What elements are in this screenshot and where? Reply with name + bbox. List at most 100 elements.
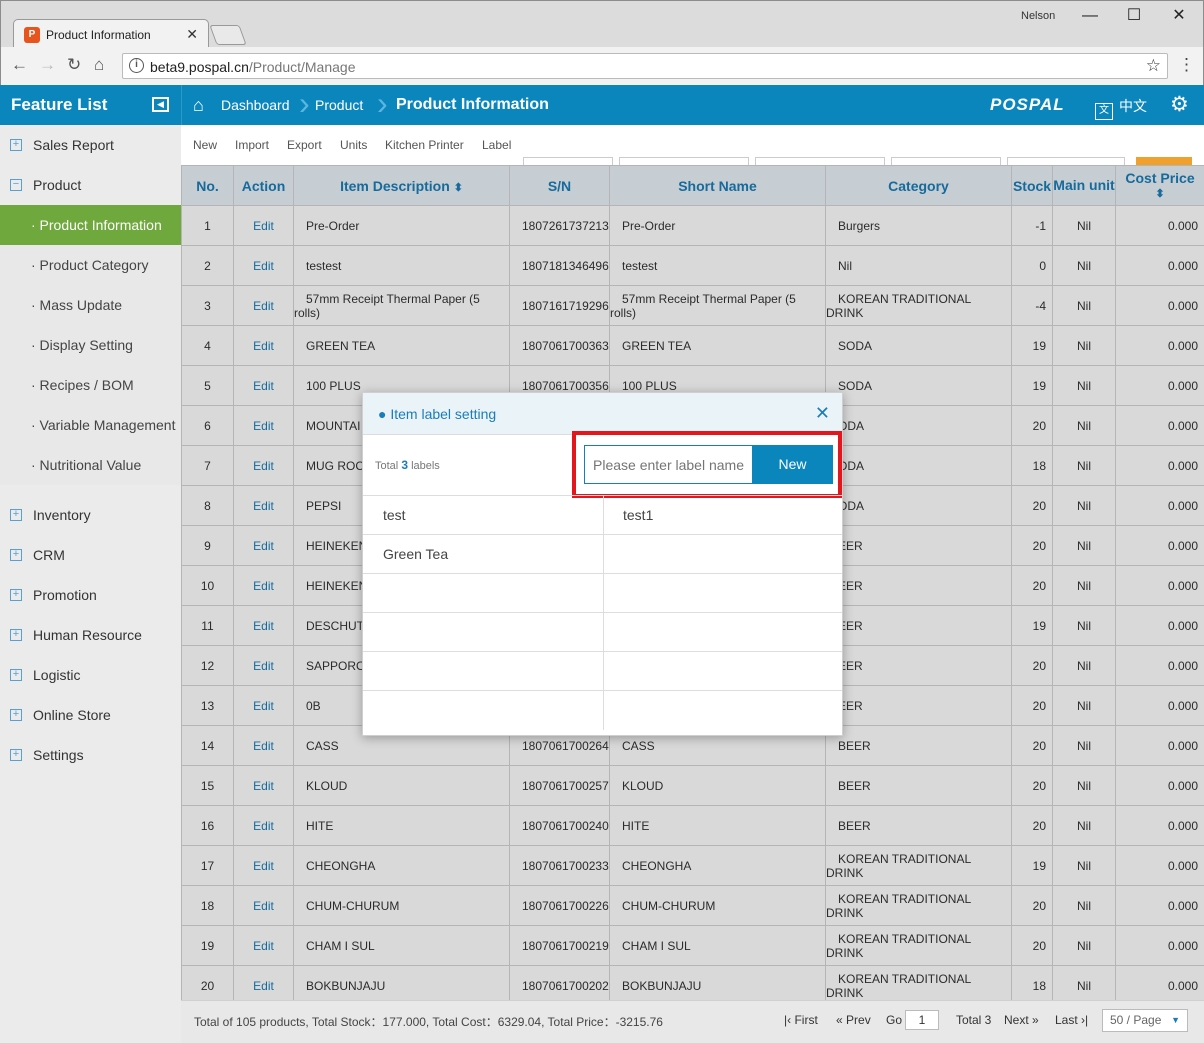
toolbar-import-link[interactable]: Import	[235, 138, 269, 152]
total-count: 3	[401, 458, 408, 472]
toolbar-units-link[interactable]: Units	[340, 138, 367, 152]
sidebar-item-online-store[interactable]: + Online Store	[0, 695, 181, 735]
back-icon[interactable]: ←	[11, 55, 28, 75]
sidebar-item-human-resource[interactable]: + Human Resource	[0, 615, 181, 655]
sidebar-item-settings[interactable]: + Settings	[0, 735, 181, 775]
page-size-select[interactable]: 50 / Page ▼	[1102, 1009, 1188, 1032]
url-path: /Product/Manage	[248, 59, 356, 75]
sidebar-item-label: CRM	[33, 547, 65, 563]
sidebar-item-label: Product	[33, 177, 82, 193]
page-number-input[interactable]: 1	[905, 1010, 939, 1030]
page-title: Product Information	[396, 96, 549, 113]
tab-close-icon[interactable]: ✕	[186, 26, 198, 43]
expand-plus-icon: +	[10, 549, 22, 561]
category-filter-select[interactable]	[619, 157, 749, 165]
language-switch[interactable]: 文中文	[1095, 96, 1147, 120]
sidebar-item-label: · Product Information	[31, 217, 162, 233]
prev-page-button[interactable]: « Prev	[836, 1013, 871, 1027]
sidebar-item-logistic[interactable]: + Logistic	[0, 655, 181, 695]
breadcrumb-product[interactable]: Product	[315, 97, 363, 113]
minimize-icon[interactable]: —	[1075, 5, 1105, 29]
next-label: Next	[1004, 1013, 1029, 1027]
forward-icon[interactable]: →	[39, 55, 56, 75]
prev-page-icon: «	[836, 1013, 843, 1027]
first-page-button[interactable]: |‹ First	[784, 1013, 818, 1027]
label-row	[363, 573, 842, 613]
page-size-value: 50 / Page	[1110, 1013, 1162, 1027]
sidebar-item-product[interactable]: − Product	[0, 165, 181, 205]
sidebar-item-recipes-bom[interactable]: · Recipes / BOM	[0, 365, 181, 405]
search-button[interactable]	[1136, 157, 1192, 165]
url-domain: beta9.pospal.cn	[150, 59, 249, 75]
sidebar-item-product-category[interactable]: · Product Category	[0, 245, 181, 285]
home-icon[interactable]: ⌂	[94, 55, 104, 75]
sidebar-item-label: Settings	[33, 747, 84, 763]
info-icon[interactable]: i	[129, 58, 144, 73]
label-row	[363, 651, 842, 691]
bookmark-star-icon[interactable]: ☆	[1146, 56, 1161, 76]
reload-icon[interactable]: ↻	[67, 55, 81, 75]
label-row	[363, 690, 842, 730]
next-page-button[interactable]: Next »	[1004, 1013, 1039, 1027]
sidebar-item-sales-report[interactable]: + Sales Report	[0, 125, 181, 165]
new-tab-button[interactable]	[209, 25, 247, 45]
sidebar-item-variable-management[interactable]: · Variable Management	[0, 405, 181, 445]
browser-menu-icon[interactable]: ⋮	[1178, 55, 1195, 75]
toolbar-export-link[interactable]: Export	[287, 138, 322, 152]
expand-plus-icon: +	[10, 669, 22, 681]
first-label: First	[794, 1013, 818, 1027]
sidebar-item-label: · Product Category	[31, 257, 149, 273]
sidebar-item-label: Online Store	[33, 707, 111, 723]
collapse-sidebar-icon[interactable]: ◀	[152, 97, 169, 112]
breadcrumb-dashboard[interactable]: Dashboard	[221, 97, 290, 113]
maximize-icon[interactable]: ☐	[1119, 5, 1149, 29]
dropdown-arrow-icon: ▼	[1171, 1015, 1180, 1025]
label-item[interactable]: Green Tea	[383, 535, 448, 574]
sidebar-item-label: Inventory	[33, 507, 91, 523]
toolbar-label-link[interactable]: Label	[482, 138, 511, 152]
item-label-setting-dialog: ● Item label setting ✕ Total 3 labels Ne…	[362, 392, 843, 736]
window-close-icon[interactable]: ✕	[1164, 5, 1194, 29]
keyword-filter-input[interactable]	[891, 157, 1001, 165]
status-filter-select[interactable]	[523, 157, 613, 165]
grid-divider	[603, 652, 604, 691]
grid-divider	[603, 574, 604, 613]
sidebar-item-nutritional-value[interactable]: · Nutritional Value	[0, 445, 181, 485]
toolbar-new-link[interactable]: New	[193, 138, 217, 152]
browser-tab[interactable]: P Product Information ✕	[13, 19, 209, 49]
last-page-button[interactable]: Last ›|	[1055, 1013, 1088, 1027]
label-item[interactable]: test1	[623, 496, 653, 535]
profile-name[interactable]: Nelson	[1021, 10, 1055, 22]
supplier-filter-select[interactable]	[755, 157, 885, 165]
sidebar-item-label: · Variable Management	[31, 417, 176, 433]
sidebar-item-crm[interactable]: + CRM	[0, 535, 181, 575]
dialog-close-icon[interactable]: ✕	[815, 403, 830, 424]
sidebar-item-label: Sales Report	[33, 137, 114, 153]
dialog-header: ● Item label setting ✕	[363, 393, 842, 435]
label-row: Green Tea	[363, 534, 842, 574]
table-footer: Total of 105 products, Total Stock：177.0…	[181, 1000, 1204, 1043]
product-toolbar: New Import Export Units Kitchen Printer …	[181, 125, 1204, 165]
sidebar-item-label: Human Resource	[33, 627, 142, 643]
total-suffix: labels	[411, 460, 440, 472]
address-toolbar: ← → ↻ ⌂ i beta9.pospal.cn/Product/Manage…	[0, 47, 1204, 85]
sidebar-item-promotion[interactable]: + Promotion	[0, 575, 181, 615]
pospal-logo: POSPAL	[990, 95, 1065, 114]
sidebar-item-mass-update[interactable]: · Mass Update	[0, 285, 181, 325]
grid-divider	[603, 613, 604, 652]
collapse-minus-icon: −	[10, 179, 22, 191]
dialog-title: ● Item label setting	[378, 406, 497, 422]
label-grid: test test1 Green Tea	[363, 495, 842, 730]
sidebar-item-display-setting[interactable]: · Display Setting	[0, 325, 181, 365]
url-field[interactable]: i beta9.pospal.cn/Product/Manage ☆	[122, 53, 1168, 79]
sidebar-item-product-information[interactable]: · Product Information	[0, 205, 181, 245]
dashboard-home-icon[interactable]: ⌂	[193, 95, 204, 116]
sidebar-item-inventory[interactable]: + Inventory	[0, 495, 181, 535]
feature-list-title: Feature List	[11, 95, 108, 114]
settings-gear-icon[interactable]: ⚙	[1170, 92, 1189, 117]
label-count: Total 3 labels	[375, 458, 440, 472]
browser-tab-strip: P Product Information ✕ Nelson — ☐ ✕	[0, 0, 1204, 49]
label-item[interactable]: test	[383, 496, 406, 535]
product-name-filter-select[interactable]	[1007, 157, 1125, 165]
toolbar-kitchen-printer-link[interactable]: Kitchen Printer	[385, 138, 464, 152]
